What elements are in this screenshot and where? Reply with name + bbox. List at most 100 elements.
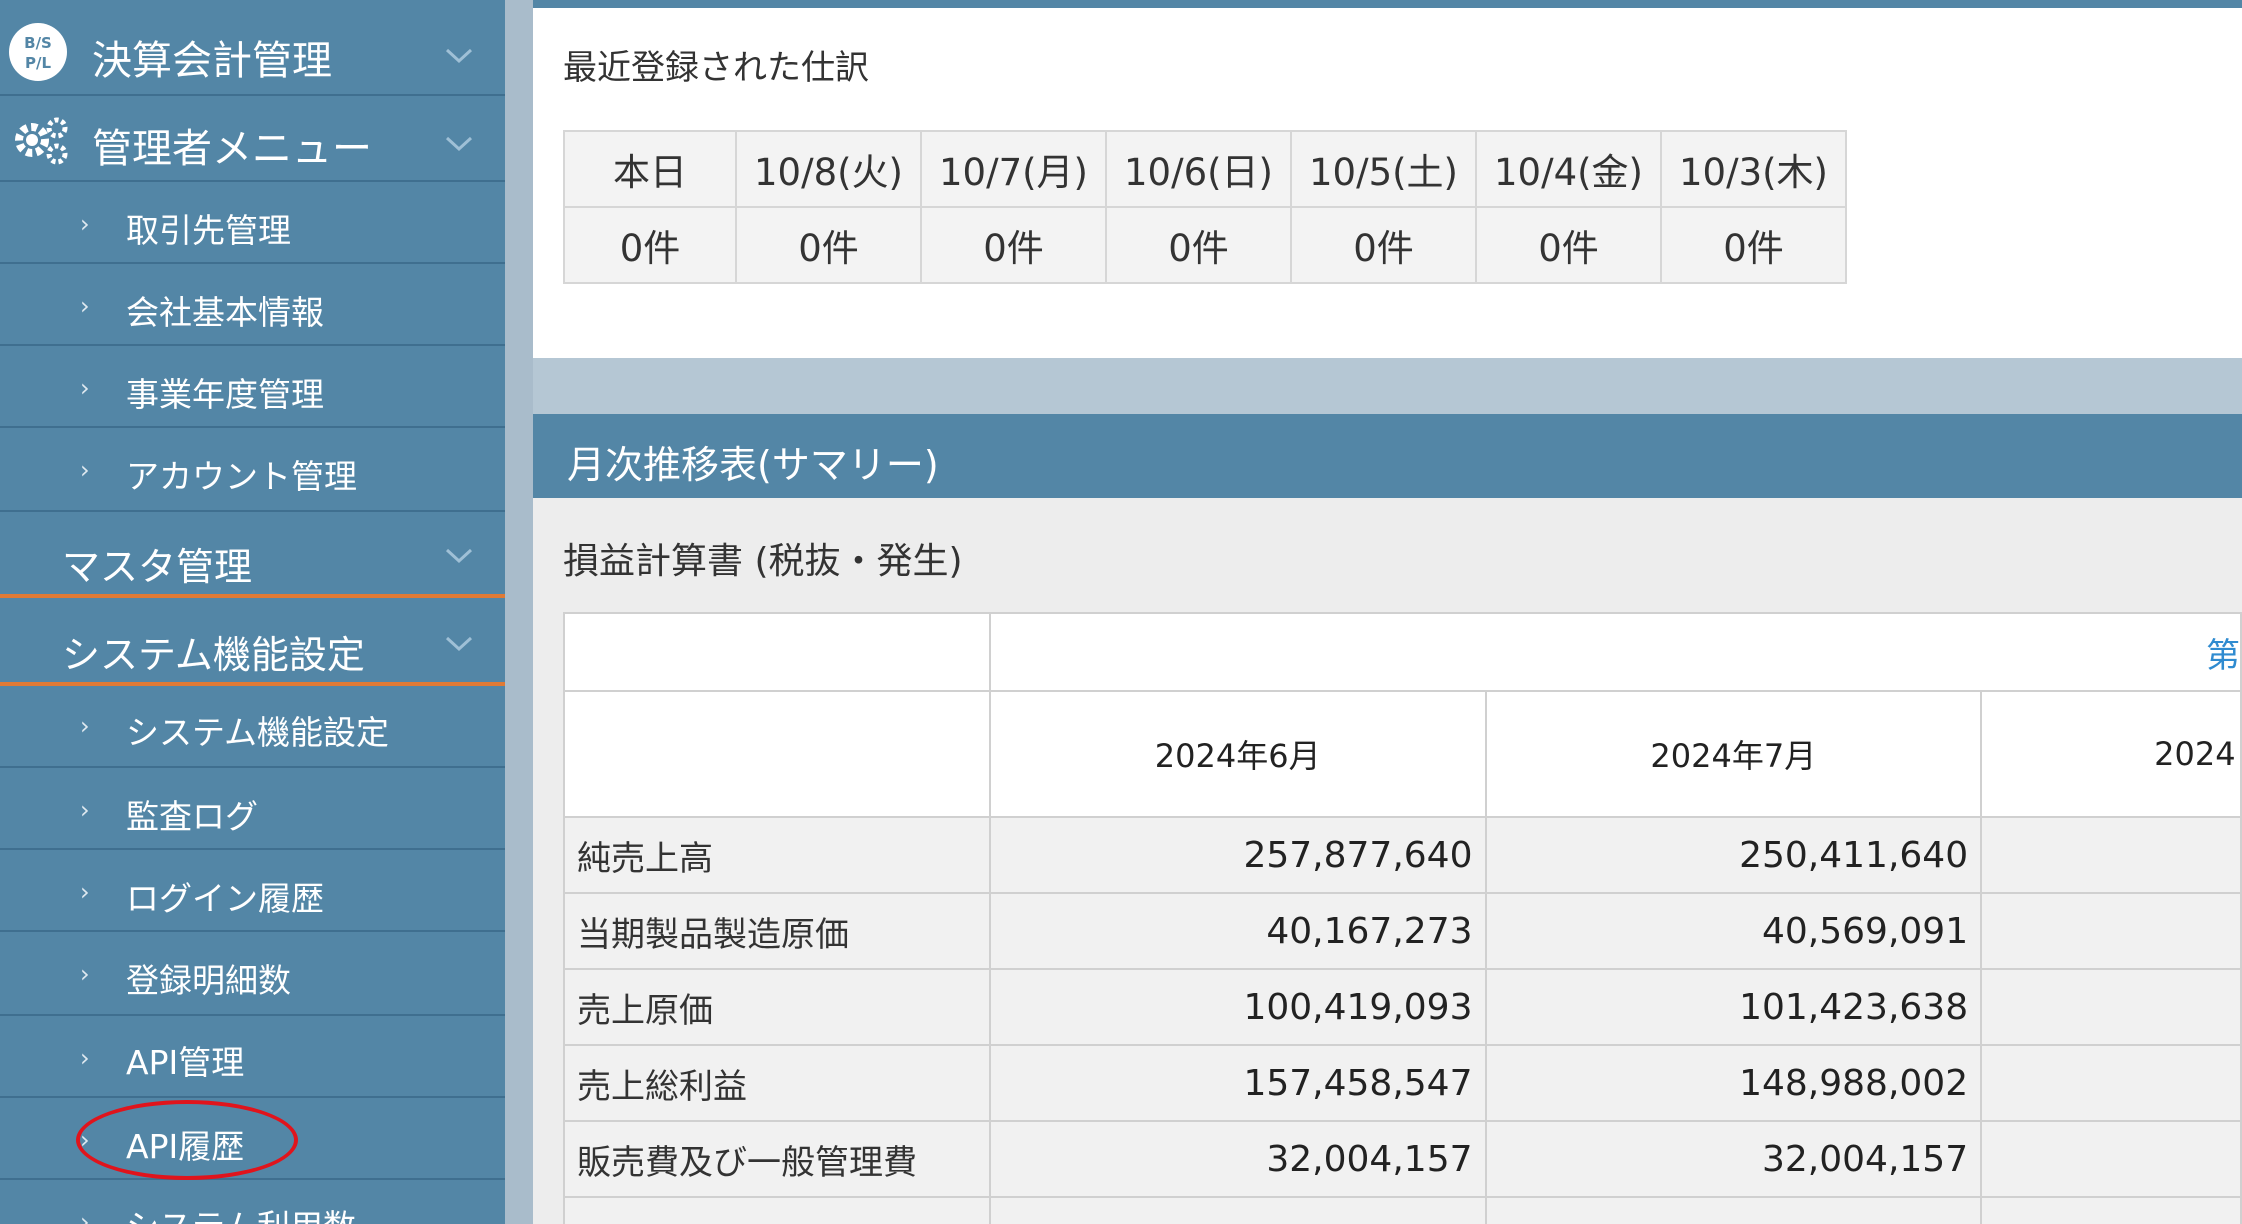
recent-entries-title: 最近登録された仕訳 <box>563 48 869 88</box>
sidebar-item-fiscal-year[interactable]: › 事業年度管理 <box>0 346 505 428</box>
monthly-summary-title: 月次推移表(サマリー) <box>567 443 939 487</box>
period-link-text[interactable]: 第 <box>2206 636 2239 676</box>
sidebar: B/S P/L 決算会計管理 管理者メニュー › 取引先管理 › 会社基本情報 <box>0 0 505 1224</box>
recent-count-cell[interactable]: 0件 <box>1475 206 1662 284</box>
recent-count-row: 0件 0件 0件 0件 0件 0件 0件 <box>563 206 1847 284</box>
sidebar-item-label: API履歴 <box>126 1127 245 1166</box>
recent-header-cell: 10/7(月) <box>920 130 1107 208</box>
sidebar-item-label: マスタ管理 <box>62 545 253 589</box>
sidebar-item-label: ログイン履歴 <box>126 879 324 918</box>
table-row: 売上原価 100,419,093 101,423,638 <box>563 968 2242 1046</box>
cell-value: 32,004,157 <box>1484 1120 1983 1198</box>
cell-value <box>1980 1044 2242 1122</box>
cell-value: 157,458,547 <box>988 1044 1487 1122</box>
sidebar-item-system-settings-group[interactable]: システム機能設定 <box>0 598 505 686</box>
layout-gutter <box>505 0 533 1224</box>
month-header: 2024年6月 <box>988 690 1487 818</box>
sidebar-item-label: アカウント管理 <box>126 457 357 496</box>
recent-header-cell: 10/8(火) <box>735 130 922 208</box>
recent-count-cell[interactable]: 0件 <box>563 206 737 284</box>
sidebar-item-system-usage[interactable]: › システム利用数 <box>0 1180 505 1224</box>
monthly-summary-card: 月次推移表(サマリー) 損益計算書 (税抜・発生) 第 2024年6月 2024… <box>533 414 2242 1224</box>
sidebar-item-api-history[interactable]: › API履歴 <box>0 1098 505 1180</box>
table-row: 売上総利益 157,458,547 148,988,002 <box>563 1044 2242 1122</box>
sidebar-item-label: 管理者メニュー <box>92 126 372 172</box>
chevron-down-icon <box>445 48 473 64</box>
sidebar-item-label: システム機能設定 <box>62 633 365 677</box>
row-label: 当期製品製造原価 <box>563 892 991 970</box>
bullet-icon: › <box>80 374 90 402</box>
sidebar-item-label: システム利用数 <box>126 1200 356 1224</box>
cell-value: 32,004,157 <box>988 1120 1487 1198</box>
app-window: B/S P/L 決算会計管理 管理者メニュー › 取引先管理 › 会社基本情報 <box>0 0 2242 1224</box>
bullet-icon: › <box>80 1126 90 1154</box>
cell-value <box>988 1196 1487 1224</box>
row-label: 販売費及び一般管理費 <box>563 1120 991 1198</box>
sidebar-item-label: 取引先管理 <box>126 211 291 250</box>
cell-value <box>1980 1196 2242 1224</box>
recent-header-cell: 本日 <box>563 130 737 208</box>
bullet-icon: › <box>80 796 90 824</box>
pl-statement-title: 損益計算書 (税抜・発生) <box>563 541 963 582</box>
recent-header-cell: 10/6(日) <box>1105 130 1292 208</box>
sidebar-item-api-management[interactable]: › API管理 <box>0 1016 505 1098</box>
bs-pl-icon: B/S P/L <box>9 23 67 81</box>
sidebar-item-admin-menu[interactable]: 管理者メニュー <box>0 96 505 182</box>
sidebar-item-audit-log[interactable]: › 監査ログ <box>0 768 505 850</box>
sidebar-item-label: 事業年度管理 <box>126 375 324 414</box>
bullet-icon: › <box>80 456 90 484</box>
sidebar-item-company-info[interactable]: › 会社基本情報 <box>0 264 505 346</box>
recent-count-cell[interactable]: 0件 <box>735 206 922 284</box>
bullet-icon: › <box>80 878 90 906</box>
recent-count-cell[interactable]: 0件 <box>1660 206 1847 284</box>
sidebar-item-label: 監査ログ <box>126 797 258 836</box>
chevron-down-icon <box>445 136 473 152</box>
period-link[interactable]: 第 <box>988 612 2242 692</box>
cell-value: 101,423,638 <box>1484 968 1983 1046</box>
sidebar-item-account-management[interactable]: › アカウント管理 <box>0 428 505 512</box>
pl-period-row: 第 <box>563 612 2242 692</box>
sidebar-item-label: 決算会計管理 <box>92 38 332 84</box>
card-top-bar <box>533 0 2242 8</box>
row-label <box>563 1196 991 1224</box>
cell-value: 100,419,093 <box>988 968 1487 1046</box>
sidebar-item-registered-entries[interactable]: › 登録明細数 <box>0 932 505 1016</box>
month-header: 2024 <box>1980 690 2242 818</box>
cell-value: 40,569,091 <box>1484 892 1983 970</box>
sidebar-item-closing-accounting[interactable]: B/S P/L 決算会計管理 <box>0 0 505 96</box>
cell-value <box>1980 968 2242 1046</box>
cell-value: 40,167,273 <box>988 892 1487 970</box>
monthly-summary-header: 月次推移表(サマリー) <box>533 414 2242 498</box>
recent-header-row: 本日 10/8(火) 10/7(月) 10/6(日) 10/5(土) 10/4(… <box>563 130 1847 208</box>
month-header: 2024年7月 <box>1484 690 1983 818</box>
recent-header-cell: 10/5(土) <box>1290 130 1477 208</box>
sidebar-item-master-management[interactable]: マスタ管理 <box>0 512 505 598</box>
recent-entries-card: 最近登録された仕訳 本日 10/8(火) 10/7(月) 10/6(日) 10/… <box>533 0 2242 358</box>
cell-value <box>1980 1120 2242 1198</box>
row-label: 純売上高 <box>563 816 991 894</box>
sidebar-item-label: API管理 <box>126 1043 245 1082</box>
bullet-icon: › <box>80 712 90 740</box>
recent-entries-table: 本日 10/8(火) 10/7(月) 10/6(日) 10/5(土) 10/4(… <box>563 130 1847 284</box>
table-row <box>563 1196 2242 1224</box>
sidebar-item-business-partners[interactable]: › 取引先管理 <box>0 182 505 264</box>
sidebar-item-system-settings[interactable]: › システム機能設定 <box>0 686 505 768</box>
bullet-icon: › <box>80 210 90 238</box>
table-row: 販売費及び一般管理費 32,004,157 32,004,157 <box>563 1120 2242 1198</box>
recent-count-cell[interactable]: 0件 <box>1105 206 1292 284</box>
bullet-icon: › <box>80 1044 90 1072</box>
recent-count-cell[interactable]: 0件 <box>920 206 1107 284</box>
pl-table: 第 2024年6月 2024年7月 2024 純売上高 257,877,640 … <box>563 612 2242 1224</box>
sidebar-item-label: システム機能設定 <box>126 713 390 752</box>
recent-count-cell[interactable]: 0件 <box>1290 206 1477 284</box>
recent-header-cell: 10/4(金) <box>1475 130 1662 208</box>
cell-value <box>1484 1196 1983 1224</box>
bullet-icon: › <box>80 292 90 320</box>
bullet-icon: › <box>80 1208 90 1224</box>
svg-text:P/L: P/L <box>25 54 51 72</box>
cell-value: 148,988,002 <box>1484 1044 1983 1122</box>
pl-corner-cell <box>563 612 991 692</box>
sidebar-item-login-history[interactable]: › ログイン履歴 <box>0 850 505 932</box>
bullet-icon: › <box>80 960 90 988</box>
cell-value: 257,877,640 <box>988 816 1487 894</box>
